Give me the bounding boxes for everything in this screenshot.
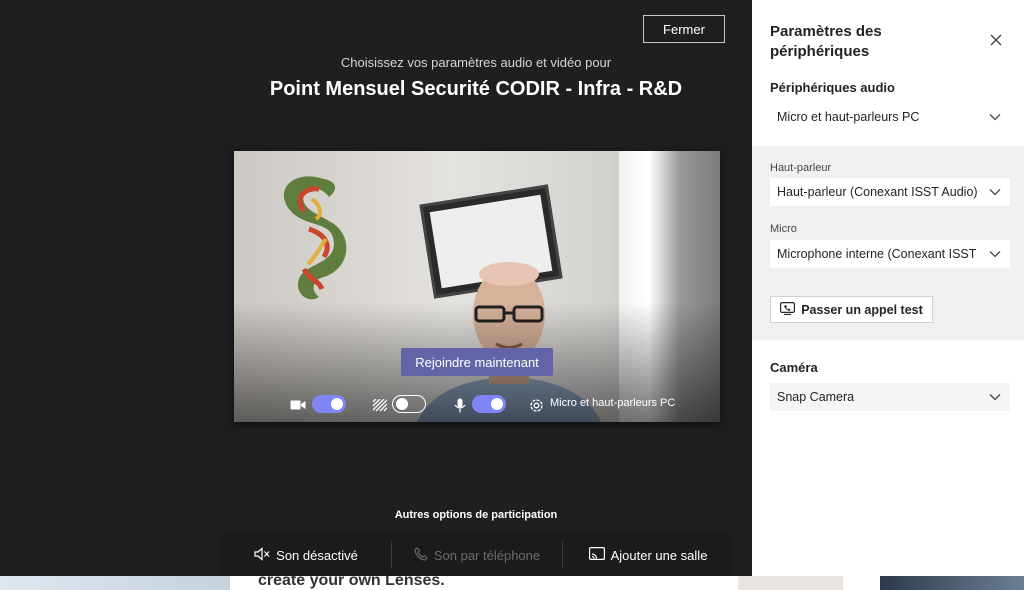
test-call-icon bbox=[780, 301, 796, 318]
strip-image-left bbox=[0, 576, 230, 590]
gear-icon[interactable] bbox=[528, 397, 544, 413]
add-room-option[interactable]: Ajouter une salle bbox=[562, 541, 733, 569]
cast-icon bbox=[588, 547, 605, 563]
panel-title: Paramètres des périphériques bbox=[770, 23, 882, 60]
speaker-select[interactable]: Haut-parleur (Conexant ISST Audio) bbox=[770, 178, 1010, 206]
audio-section-label: Périphériques audio bbox=[770, 80, 895, 95]
close-icon[interactable] bbox=[988, 32, 1004, 48]
other-options-bar: Son désactivé Son par téléphone Ajouter … bbox=[221, 534, 733, 576]
audio-device-select[interactable]: Micro et haut-parleurs PC bbox=[770, 103, 1010, 131]
test-call-label: Passer un appel test bbox=[801, 302, 923, 317]
strip-text-area: create your own Lenses. bbox=[230, 576, 670, 590]
speaker-label: Haut-parleur bbox=[770, 162, 832, 174]
phone-audio-option[interactable]: Son par téléphone bbox=[391, 541, 562, 569]
mic-label: Micro bbox=[770, 223, 797, 235]
camera-toggle[interactable] bbox=[312, 395, 346, 413]
prejoin-stage: Fermer Choisissez vos paramètres audio e… bbox=[0, 0, 752, 576]
camera-section-label: Caméra bbox=[770, 360, 818, 375]
add-room-label: Ajouter une salle bbox=[610, 547, 708, 563]
chevron-down-icon bbox=[980, 188, 1010, 196]
chevron-down-icon bbox=[980, 250, 1010, 258]
chevron-down-icon bbox=[980, 113, 1010, 121]
device-settings-panel: Paramètres des périphériques Périphériqu… bbox=[752, 0, 1024, 576]
strip-text: create your own Lenses. bbox=[258, 576, 445, 589]
strip-image-right bbox=[880, 576, 1024, 590]
audio-device-value: Micro et haut-parleurs PC bbox=[777, 110, 920, 124]
test-call-button[interactable]: Passer un appel test bbox=[770, 296, 933, 323]
speaker-value: Haut-parleur (Conexant ISST Audio) bbox=[777, 185, 978, 199]
close-button[interactable]: Fermer bbox=[643, 15, 725, 43]
camera-select[interactable]: Snap Camera bbox=[770, 383, 1010, 411]
microphone-toggle[interactable] bbox=[472, 395, 506, 413]
wall-art-image bbox=[283, 176, 347, 300]
audio-off-label: Son désactivé bbox=[276, 547, 358, 563]
video-preview: Rejoindre maintenant Micro et haut-parle… bbox=[234, 151, 720, 422]
microphone-icon bbox=[452, 397, 468, 413]
microphone-value: Microphone interne (Conexant ISST ... bbox=[777, 247, 980, 261]
audio-off-option[interactable]: Son désactivé bbox=[221, 541, 391, 569]
chevron-down-icon bbox=[980, 393, 1010, 401]
background-blur-toggle[interactable] bbox=[392, 395, 426, 413]
join-now-button[interactable]: Rejoindre maintenant bbox=[401, 348, 553, 376]
speaker-off-icon bbox=[254, 546, 270, 564]
camera-icon bbox=[290, 397, 306, 413]
phone-audio-label: Son par téléphone bbox=[433, 547, 541, 563]
phone-icon bbox=[414, 546, 428, 564]
camera-section bbox=[752, 340, 1024, 576]
background-effects-icon bbox=[371, 397, 387, 413]
strip-image-middle bbox=[738, 576, 843, 590]
audio-device-label[interactable]: Micro et haut-parleurs PC bbox=[550, 397, 675, 409]
background-window-strip: create your own Lenses. bbox=[0, 576, 1024, 590]
camera-value: Snap Camera bbox=[777, 390, 855, 404]
microphone-select[interactable]: Microphone interne (Conexant ISST ... bbox=[770, 240, 1010, 268]
